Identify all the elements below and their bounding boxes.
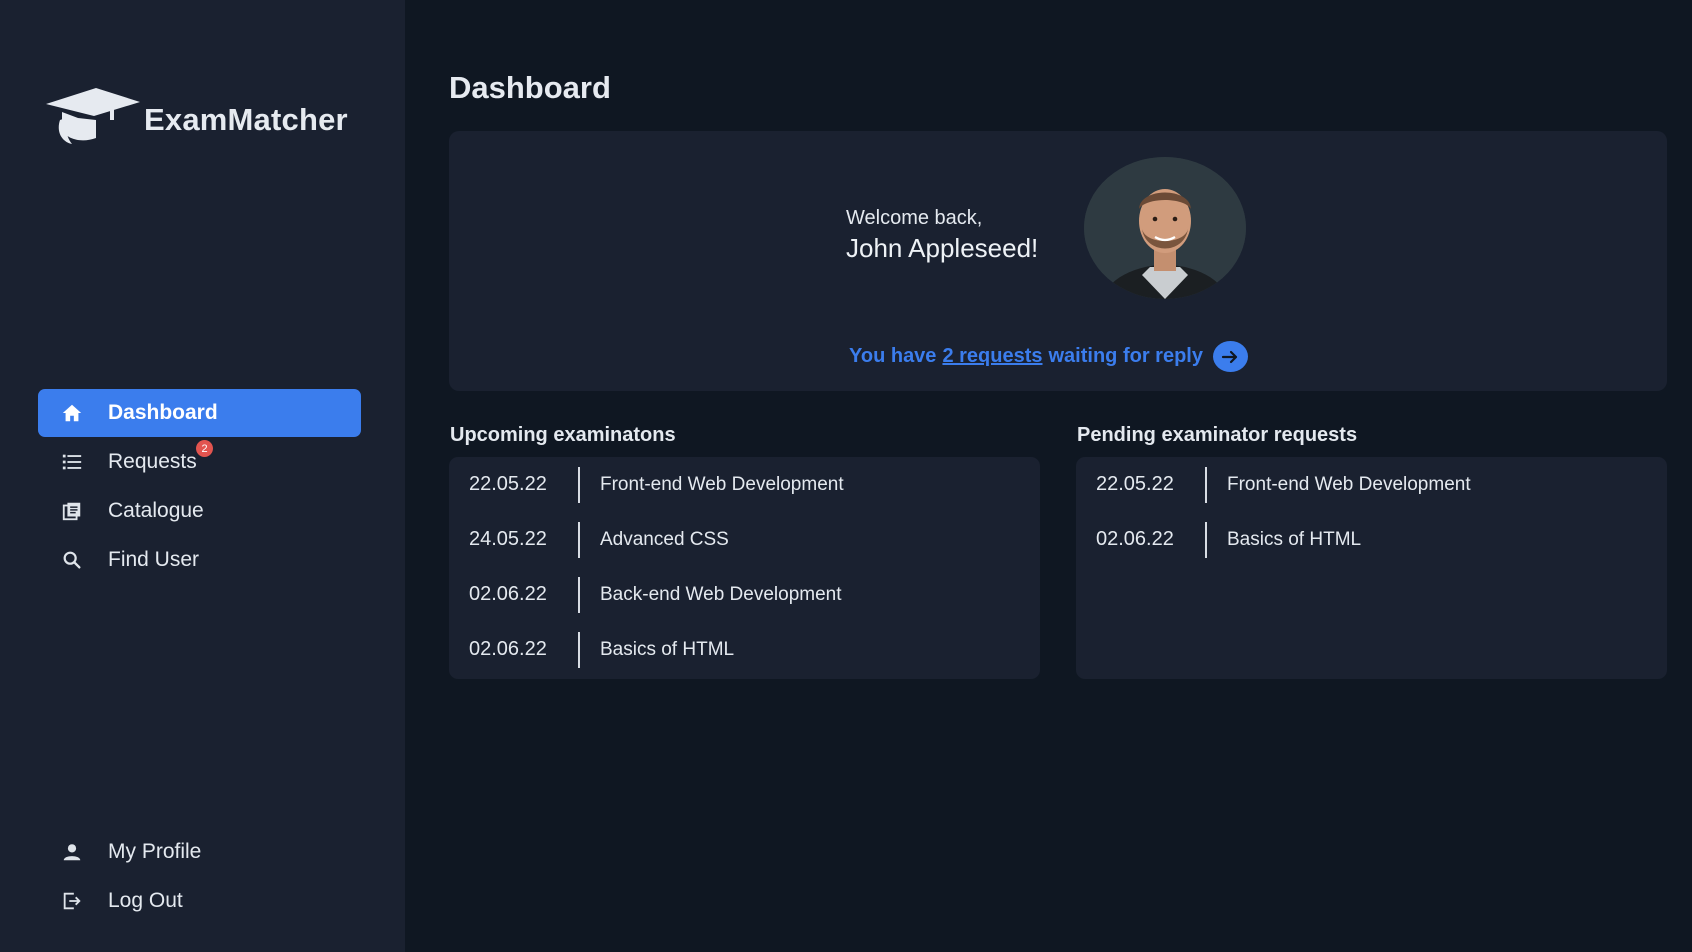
catalogue-icon (60, 499, 84, 523)
page-title: Dashboard (449, 70, 611, 105)
exam-name: Front-end Web Development (600, 473, 844, 495)
bottom-nav: My Profile Log Out (38, 828, 361, 926)
pending-list: 22.05.22 Front-end Web Development 02.06… (1076, 457, 1667, 679)
sidebar-item-find-user[interactable]: Find User (38, 536, 361, 584)
requests-prefix: You have (849, 345, 937, 367)
sidebar-item-label: Dashboard (108, 401, 218, 424)
sidebar-item-label: Requests (108, 450, 197, 473)
requests-link[interactable]: 2 requests (942, 345, 1042, 368)
requests-suffix: waiting for reply (1048, 345, 1203, 367)
table-row[interactable]: 02.06.22 Back-end Web Development (449, 567, 1040, 622)
sidebar-item-label: Find User (108, 548, 200, 571)
main-nav: Dashboard Requests 2 Catalogue Find User (38, 389, 361, 585)
sidebar-item-label: My Profile (108, 840, 202, 863)
sidebar-item-my-profile[interactable]: My Profile (38, 828, 361, 876)
exam-name: Basics of HTML (600, 638, 735, 660)
search-icon (60, 548, 84, 572)
requests-notice: You have 2 requests waiting for reply (849, 341, 1248, 372)
table-row[interactable]: 24.05.22 Advanced CSS (449, 512, 1040, 567)
exam-date: 24.05.22 (469, 528, 547, 550)
upcoming-title: Upcoming examinatons (450, 424, 676, 446)
welcome-greeting: Welcome back, (846, 207, 983, 229)
welcome-text: Welcome back, John Appleseed! (846, 207, 1038, 264)
sidebar-item-requests[interactable]: Requests 2 (38, 438, 361, 486)
requests-badge: 2 (196, 440, 213, 457)
sidebar-item-label: Log Out (108, 889, 183, 912)
request-date: 22.05.22 (1096, 473, 1174, 495)
table-row[interactable]: 22.05.22 Front-end Web Development (449, 457, 1040, 512)
exam-name: Back-end Web Development (600, 583, 842, 605)
exam-date: 02.06.22 (469, 583, 547, 605)
request-name: Basics of HTML (1227, 528, 1362, 550)
sidebar-item-label: Catalogue (108, 499, 204, 522)
request-date: 02.06.22 (1096, 528, 1174, 550)
exam-date: 22.05.22 (469, 473, 547, 495)
table-row[interactable]: 22.05.22 Front-end Web Development (1076, 457, 1667, 512)
request-name: Front-end Web Development (1227, 473, 1471, 495)
user-icon (60, 840, 84, 864)
exam-date: 02.06.22 (469, 638, 547, 660)
go-to-requests-button[interactable] (1212, 341, 1248, 372)
sidebar-item-catalogue[interactable]: Catalogue (38, 487, 361, 535)
exam-name: Advanced CSS (600, 528, 729, 550)
list-icon (60, 450, 84, 474)
user-name: John Appleseed! (846, 233, 1039, 263)
app-name: ExamMatcher (144, 101, 348, 137)
table-row[interactable]: 02.06.22 Basics of HTML (449, 622, 1040, 677)
arrow-right-icon (1222, 350, 1238, 363)
pending-title: Pending examinator requests (1077, 424, 1358, 446)
avatar[interactable] (1084, 157, 1246, 299)
sidebar-item-log-out[interactable]: Log Out (38, 877, 361, 925)
app-root: ExamMatcher Dashboard Requests 2 Catalog… (0, 0, 1692, 952)
upcoming-list: 22.05.22 Front-end Web Development 24.05… (449, 457, 1040, 679)
logout-icon (60, 889, 84, 913)
sidebar: ExamMatcher Dashboard Requests 2 Catalog… (0, 0, 405, 952)
table-row[interactable]: 02.06.22 Basics of HTML (1076, 512, 1667, 567)
welcome-card: Welcome back, John Appleseed! You have 2… (449, 131, 1667, 391)
logo[interactable]: ExamMatcher (44, 86, 348, 153)
graduation-cap-icon (44, 86, 142, 153)
sidebar-item-dashboard[interactable]: Dashboard (38, 389, 361, 437)
home-icon (60, 401, 84, 425)
